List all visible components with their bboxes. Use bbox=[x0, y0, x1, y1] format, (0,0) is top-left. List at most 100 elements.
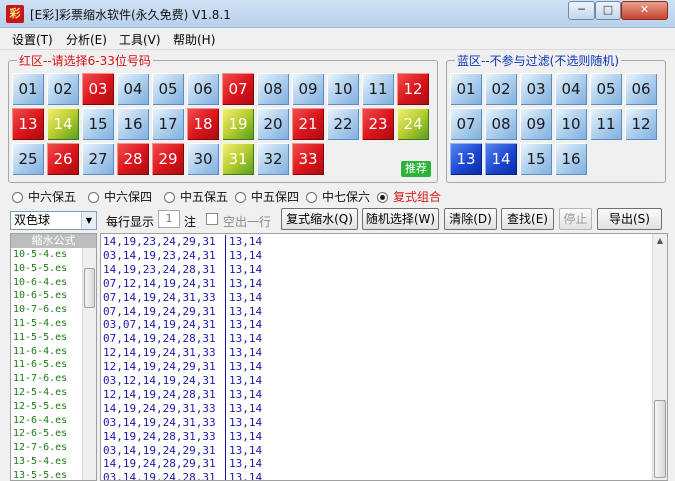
blue-ball-01[interactable]: 01 bbox=[450, 73, 482, 105]
mode-radio-compound[interactable]: 复式组合 bbox=[377, 188, 441, 205]
formula-list-header: 缩水公式 bbox=[11, 234, 96, 248]
result-row: 03,12,14,19,24,31 13,14 bbox=[103, 374, 262, 388]
blue-ball-06[interactable]: 06 bbox=[625, 73, 657, 105]
result-row: 03,14,19,24,29,31 13,14 bbox=[103, 443, 262, 458]
blue-ball-13[interactable]: 13 bbox=[450, 143, 482, 175]
window-title: [E彩]彩票缩水软件(永久免费) V1.8.1 bbox=[30, 8, 231, 22]
blue-ball-04[interactable]: 04 bbox=[555, 73, 587, 105]
red-ball-16[interactable]: 16 bbox=[117, 108, 149, 140]
mode-radio-7-6[interactable]: 中七保六 bbox=[306, 188, 370, 205]
result-separator bbox=[225, 235, 226, 249]
red-ball-33[interactable]: 33 bbox=[292, 143, 324, 175]
red-ball-05[interactable]: 05 bbox=[152, 73, 184, 105]
blue-ball-03[interactable]: 03 bbox=[520, 73, 552, 105]
red-ball-19[interactable]: 19 bbox=[222, 108, 254, 140]
scrollbar-thumb[interactable] bbox=[654, 400, 666, 478]
red-ball-17[interactable]: 17 bbox=[152, 108, 184, 140]
red-ball-26[interactable]: 26 bbox=[47, 143, 79, 175]
result-scrollbar[interactable]: ▲ bbox=[652, 234, 667, 480]
blue-ball-11[interactable]: 11 bbox=[590, 108, 622, 140]
result-red-numbers: 14,19,23,24,29,31 bbox=[103, 235, 216, 248]
app-logo-icon: 彩 bbox=[6, 5, 24, 23]
game-type-value: 双色球 bbox=[14, 213, 51, 227]
find-button[interactable]: 查找(E) bbox=[501, 208, 554, 230]
red-ball-31[interactable]: 31 bbox=[222, 143, 254, 175]
result-red-numbers: 03,14,19,23,24,31 bbox=[103, 248, 216, 262]
result-red-numbers: 12,14,19,24,29,31 bbox=[103, 360, 216, 374]
export-button[interactable]: 导出(S) bbox=[597, 208, 662, 230]
red-ball-24[interactable]: 24 bbox=[397, 108, 429, 140]
scroll-up-icon[interactable]: ▲ bbox=[653, 234, 667, 248]
menu-bar: 设置(T) 分析(E) 工具(V) 帮助(H) bbox=[0, 28, 675, 50]
mode-radio-6-5[interactable]: 中六保五 bbox=[12, 188, 76, 205]
random-select-button[interactable]: 随机选择(W) bbox=[362, 208, 439, 230]
result-row: 07,14,19,24,31,33 13,14 bbox=[103, 290, 262, 305]
red-ball-04[interactable]: 04 bbox=[117, 73, 149, 105]
menu-tools[interactable]: 工具(V) bbox=[119, 31, 161, 48]
blue-ball-16[interactable]: 16 bbox=[555, 143, 587, 175]
per-row-input[interactable]: 1 bbox=[158, 210, 180, 228]
red-ball-29[interactable]: 29 bbox=[152, 143, 184, 175]
result-blue-numbers: 13,14 bbox=[229, 248, 263, 262]
blue-ball-09[interactable]: 09 bbox=[520, 108, 552, 140]
blue-zone-title: 蓝区--不参与过滤(不选则随机) bbox=[455, 52, 622, 69]
red-ball-27[interactable]: 27 bbox=[82, 143, 114, 175]
red-ball-14[interactable]: 14 bbox=[47, 108, 79, 140]
red-ball-06[interactable]: 06 bbox=[187, 73, 219, 105]
result-blue-numbers: 13,14 bbox=[229, 332, 263, 346]
scrollbar-thumb[interactable] bbox=[84, 268, 95, 308]
red-ball-25[interactable]: 25 bbox=[12, 143, 44, 175]
red-ball-01[interactable]: 01 bbox=[12, 73, 44, 105]
close-button[interactable]: ✕ bbox=[621, 1, 668, 20]
result-red-numbers: 12,14,19,24,31,33 bbox=[103, 346, 216, 360]
stop-button[interactable]: 停止 bbox=[559, 208, 592, 230]
formula-scrollbar[interactable] bbox=[82, 248, 96, 480]
red-ball-07[interactable]: 07 bbox=[222, 73, 254, 105]
result-blue-numbers: 13,14 bbox=[229, 360, 263, 374]
menu-help[interactable]: 帮助(H) bbox=[173, 31, 215, 48]
red-ball-08[interactable]: 08 bbox=[257, 73, 289, 105]
menu-settings[interactable]: 设置(T) bbox=[12, 31, 53, 48]
blue-ball-08[interactable]: 08 bbox=[485, 108, 517, 140]
result-blue-numbers: 13,14 bbox=[229, 387, 263, 401]
red-ball-12[interactable]: 12 bbox=[397, 73, 429, 105]
blue-ball-12[interactable]: 12 bbox=[625, 108, 657, 140]
mode-radio-5-4[interactable]: 中五保四 bbox=[235, 188, 299, 205]
red-ball-02[interactable]: 02 bbox=[47, 73, 79, 105]
red-ball-15[interactable]: 15 bbox=[82, 108, 114, 140]
red-ball-32[interactable]: 32 bbox=[257, 143, 289, 175]
result-separator bbox=[225, 387, 226, 402]
game-type-select[interactable]: 双色球 ▼ bbox=[10, 211, 97, 230]
mode-radio-5-5[interactable]: 中五保五 bbox=[164, 188, 228, 205]
result-red-numbers: 03,12,14,19,24,31 bbox=[103, 374, 216, 387]
red-ball-22[interactable]: 22 bbox=[327, 108, 359, 140]
blue-ball-14[interactable]: 14 bbox=[485, 143, 517, 175]
blank-row-checkbox[interactable] bbox=[206, 213, 218, 225]
radio-indicator bbox=[235, 192, 246, 203]
blue-ball-15[interactable]: 15 bbox=[520, 143, 552, 175]
red-ball-11[interactable]: 11 bbox=[362, 73, 394, 105]
blue-ball-02[interactable]: 02 bbox=[485, 73, 517, 105]
clear-button[interactable]: 清除(D) bbox=[444, 208, 497, 230]
result-row: 14,19,23,24,29,31 13,14 bbox=[103, 235, 262, 249]
red-ball-20[interactable]: 20 bbox=[257, 108, 289, 140]
red-ball-18[interactable]: 18 bbox=[187, 108, 219, 140]
red-ball-09[interactable]: 09 bbox=[292, 73, 324, 105]
blue-ball-05[interactable]: 05 bbox=[590, 73, 622, 105]
red-ball-21[interactable]: 21 bbox=[292, 108, 324, 140]
chevron-down-icon[interactable]: ▼ bbox=[81, 212, 96, 229]
red-ball-10[interactable]: 10 bbox=[327, 73, 359, 105]
maximize-button[interactable]: □ bbox=[595, 1, 621, 20]
red-ball-30[interactable]: 30 bbox=[187, 143, 219, 175]
red-ball-03[interactable]: 03 bbox=[82, 73, 114, 105]
minimize-button[interactable]: ─ bbox=[568, 1, 595, 20]
mode-radio-6-4[interactable]: 中六保四 bbox=[88, 188, 152, 205]
blue-ball-10[interactable]: 10 bbox=[555, 108, 587, 140]
blue-ball-07[interactable]: 07 bbox=[450, 108, 482, 140]
red-ball-13[interactable]: 13 bbox=[12, 108, 44, 140]
red-ball-28[interactable]: 28 bbox=[117, 143, 149, 175]
menu-analysis[interactable]: 分析(E) bbox=[66, 31, 107, 48]
recommend-button[interactable]: 推荐 bbox=[401, 161, 431, 177]
red-ball-23[interactable]: 23 bbox=[362, 108, 394, 140]
compound-reduce-button[interactable]: 复式缩水(Q) bbox=[281, 208, 358, 230]
